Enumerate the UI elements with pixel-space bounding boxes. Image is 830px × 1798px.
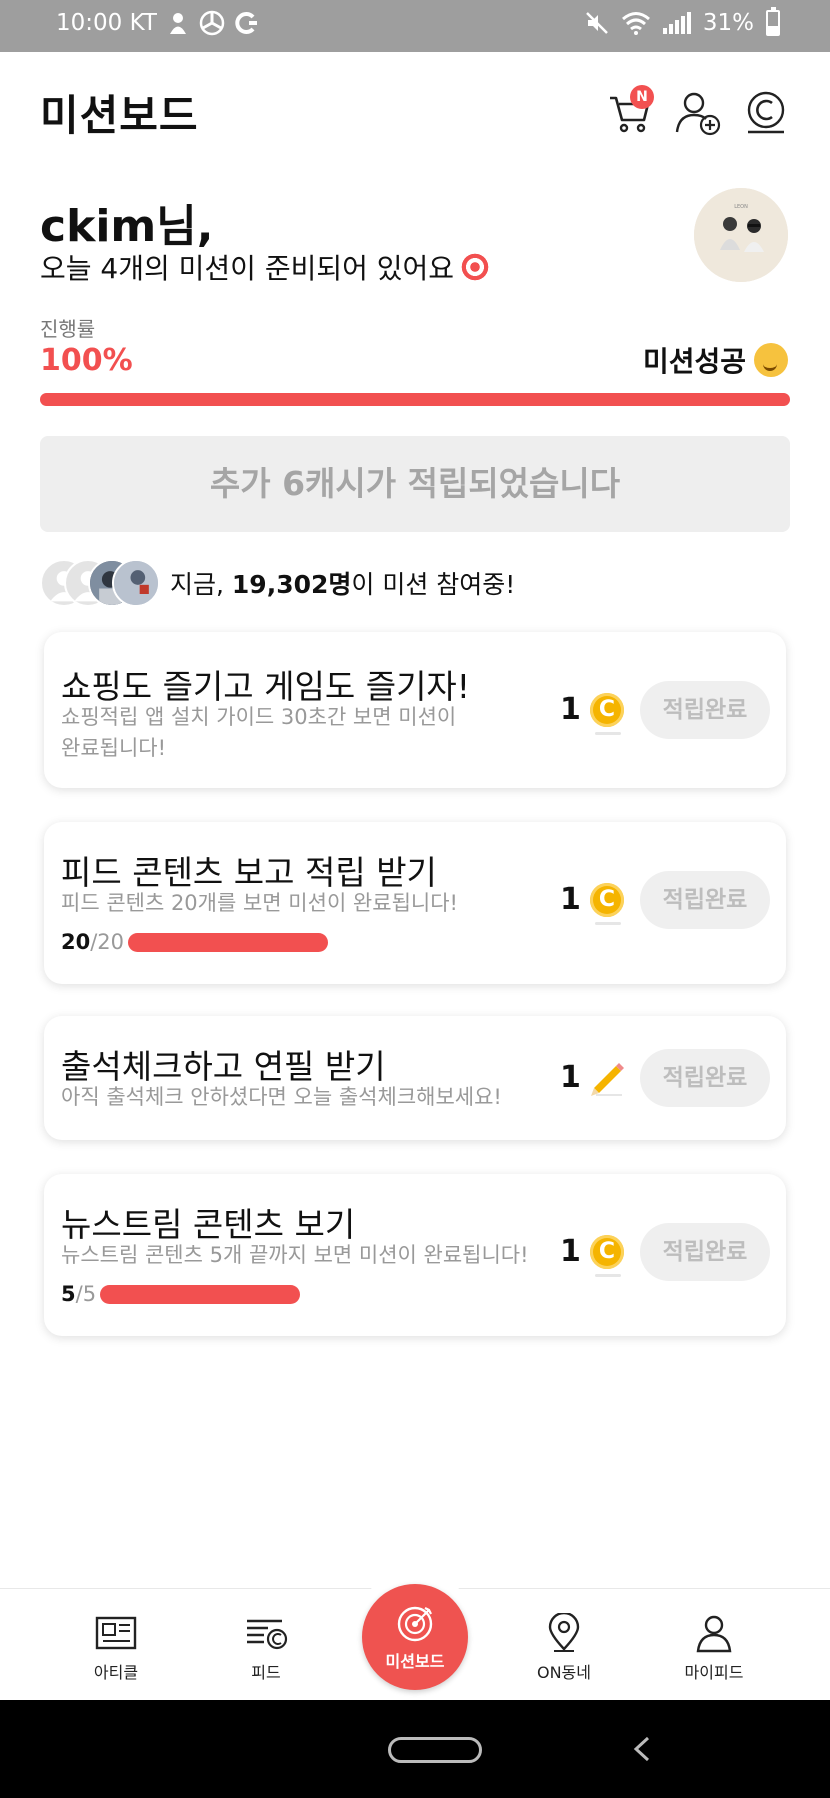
nav-item-on-dongne[interactable]: ON동네 [504,1613,624,1683]
nav-item-my-feed[interactable]: 마이피드 [654,1613,774,1683]
progress-bar [40,393,790,406]
nav-label: 마이피드 [684,1663,744,1682]
mission-reward-amount: 1 [560,1234,581,1269]
add-friend-icon[interactable] [674,88,722,136]
mute-icon [585,12,608,34]
mission-description: 아직 출석체크 안하셨다면 오늘 출석체크해보세요! [61,1085,502,1109]
mission-card[interactable]: 쇼핑도 즐기고 게임도 즐기자! 쇼핑적립 앱 설치 가이드 30초간 보면 미… [44,632,786,788]
mission-description: 피드 콘텐츠 20개를 보면 미션이 완료됩니다! [61,891,458,915]
mission-reward-amount: 1 [560,882,581,917]
claim-complete-button[interactable]: 적립완료 [640,871,770,929]
mission-success-row: 미션성공 [643,340,788,380]
mission-count-done: 20 [61,930,91,954]
status-bar: 10:00 KT 31% [0,0,830,52]
battery-icon [766,7,780,36]
cash-icon[interactable] [742,88,790,136]
mission-reward-amount: 1 [560,1060,581,1095]
mission-count-total: /20 [90,930,125,954]
nav-item-feed[interactable]: 피드 [206,1613,326,1683]
notification-app-icon [169,13,186,34]
mission-success-label: 미션성공 [642,345,746,378]
target-emoji-icon [460,252,491,282]
cash-banner: 추가 6캐시가 적립되었습니다 [40,436,790,532]
location-pin-icon [548,1613,580,1652]
mission-description: 뉴스트림 콘텐츠 5개 끝까지 보면 미션이 완료됩니다! [61,1243,529,1267]
coin-icon: C [590,883,624,917]
greeting-name: ckim님, [40,201,214,252]
participants-count: 19,302명 [231,570,352,599]
coin-icon: C [590,1235,624,1269]
coin-shadow [595,1274,621,1277]
status-left: 10:00 KT [56,10,259,36]
back-icon[interactable] [628,1734,658,1764]
mission-title: 쇼핑도 즐기고 게임도 즐기자! [61,667,471,706]
mission-description: 쇼핑적립 앱 설치 가이드 30초간 보면 미션이 완료됩니다! [61,705,457,760]
participants-row: 지금, 19,302명이 미션 참여중! [40,558,515,608]
mission-title: 출석체크하고 연필 받기 [61,1047,386,1086]
battery-percent: 31% [702,10,754,36]
signal-icon [662,12,691,34]
nav-item-article[interactable]: 아티클 [56,1613,176,1683]
mission-card[interactable]: 피드 콘텐츠 보고 적립 받기 피드 콘텐츠 20개를 보면 미션이 완료됩니다… [44,822,786,984]
nav-label: 아티클 [93,1663,139,1682]
mission-card[interactable]: 뉴스트림 콘텐츠 보기 뉴스트림 콘텐츠 5개 끝까지 보면 미션이 완료됩니다… [44,1174,786,1336]
cart-badge: N [630,85,654,109]
coin-shadow [595,732,621,735]
progress-value: 100% [40,343,133,378]
mission-title: 피드 콘텐츠 보고 적립 받기 [61,853,437,892]
coin-icon: C [590,693,624,727]
app-header: 미션보드 N [0,52,830,170]
status-right: 31% [585,7,780,36]
mission-progress-bar [128,932,329,952]
nav-item-mission-board[interactable]: 미션보드 [362,1584,468,1690]
profile-avatar[interactable]: LEON [694,188,788,282]
mission-count-done: 5 [61,1282,76,1306]
avatar-image: LEON [694,188,788,282]
feed-icon [247,1619,288,1650]
mission-count-row: 20/20 [61,930,329,954]
progress-bar-fill [40,393,790,406]
mission-count-total: /5 [75,1282,97,1306]
article-icon [95,1616,137,1650]
claim-complete-button[interactable]: 적립완료 [640,681,770,739]
target-icon [397,1606,433,1642]
participants-suffix: 이 미션 참여중! [351,570,516,599]
fan-icon [199,10,225,36]
mission-progress-bar [100,1284,301,1304]
claim-complete-button[interactable]: 적립완료 [640,1049,770,1107]
mission-count-row: 5/5 [61,1282,301,1306]
page-title: 미션보드 [40,91,199,140]
person-icon [696,1615,732,1653]
claim-complete-button[interactable]: 적립완료 [640,1223,770,1281]
greeting-subtitle-row: 오늘 4개의 미션이 준비되어 있어요 [40,247,491,287]
coin-shadow [595,922,621,925]
home-button[interactable] [388,1737,482,1763]
greeting-subtitle: 오늘 4개의 미션이 준비되어 있어요 [40,252,455,285]
mission-reward-amount: 1 [560,692,581,727]
status-time: 10:00 KT [56,10,157,36]
system-nav-bar [0,1700,830,1798]
svg-text:LEON: LEON [734,204,748,210]
progress-label: 진행률 [40,317,96,341]
nav-label: ON동네 [536,1663,591,1682]
participants-text: 지금, 19,302명이 미션 참여중! [170,565,515,601]
pencil-icon [591,1063,624,1096]
participant-avatars [40,559,162,607]
party-face-icon [754,343,788,377]
mission-title: 뉴스트림 콘텐츠 보기 [61,1205,356,1244]
nav-label: 피드 [251,1663,281,1682]
nav-label: 미션보드 [385,1652,445,1671]
wifi-icon [621,12,650,35]
participant-avatar [112,559,160,607]
c-app-icon [235,12,257,34]
mission-card[interactable]: 출석체크하고 연필 받기 아직 출석체크 안하셨다면 오늘 출석체크해보세요! … [44,1016,786,1140]
participants-prefix: 지금, [170,570,232,599]
